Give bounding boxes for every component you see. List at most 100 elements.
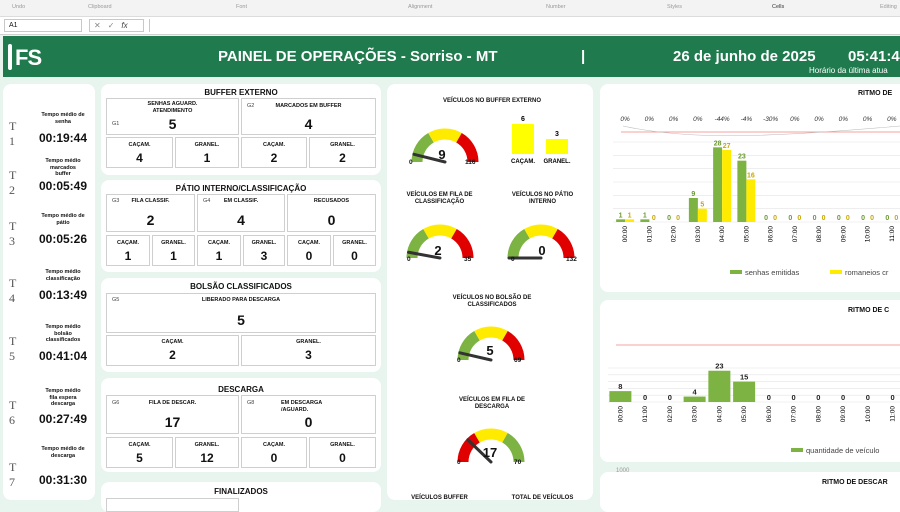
bar-label-0-1: 1 bbox=[643, 212, 647, 219]
t7-label: T 7 bbox=[9, 460, 18, 489]
legend-swatch-0 bbox=[791, 448, 803, 452]
x-tick-2: 02:00 bbox=[671, 226, 678, 243]
annotation-6: -30% bbox=[763, 116, 778, 123]
bar-label-0-5: 23 bbox=[738, 154, 746, 161]
gauge-fila-descarga-max: 70 bbox=[514, 459, 522, 466]
x-tick-8: 08:00 bbox=[816, 226, 823, 243]
ribbon-group-alignment[interactable]: Alignment bbox=[408, 4, 432, 10]
descarga-sub-granel-2: GRANEL. 0 bbox=[309, 437, 376, 468]
bar-label-0-10: 0 bbox=[866, 393, 870, 402]
ribbon-group-number[interactable]: Number bbox=[546, 4, 566, 10]
x-tick-11: 11:00 bbox=[890, 406, 897, 422]
g6-value: 17 bbox=[164, 414, 181, 430]
x-tick-9: 09:00 bbox=[840, 226, 847, 243]
gauge-segment-2 bbox=[551, 228, 575, 259]
gauges-panel: VEÍCULOS NO BUFFER EXTERNO 9 0 116 6 CAÇA… bbox=[387, 84, 593, 501]
formula-bar: A1 ✕ ✓ fx bbox=[0, 17, 900, 35]
name-box[interactable]: A1 bbox=[4, 19, 82, 32]
ribbon-group-cells[interactable]: Cells bbox=[772, 4, 784, 10]
x-tick-0: 00:00 bbox=[617, 406, 624, 423]
bar-label-0-11: 0 bbox=[885, 215, 889, 222]
x-tick-11: 11:00 bbox=[889, 226, 896, 242]
ritmo-descarga-panel: RITMO DE DESCAR 1000 bbox=[600, 468, 900, 512]
gauge-bolsao-max: 69 bbox=[514, 357, 522, 364]
g1-caption: SENHAS AGUARD. ATENDIMENTO bbox=[147, 101, 198, 114]
ritmo-senhas-panel: RITMO DE 1 1 0 9 28 23 0 0 0 0 0 0 1 0 0 5 27 16 0 0 0 0 0 0 00:… bbox=[600, 84, 900, 292]
t3-caption: Tempo médio de pátio bbox=[41, 213, 85, 226]
bar-label-0-4: 28 bbox=[714, 140, 722, 147]
gauge-segment-1 bbox=[428, 128, 462, 143]
descarga-sub-cacam-1: CAÇAM. 5 bbox=[106, 437, 173, 468]
gauge-segment-2 bbox=[450, 228, 474, 259]
t4-caption: Tempo médio classificação bbox=[45, 269, 81, 282]
ribbon-group-editing[interactable]: Editing bbox=[880, 4, 897, 10]
descarga-sub-granel-1: GRANEL. 12 bbox=[175, 437, 239, 468]
g2-caption: MARCADOS EM BUFFER bbox=[275, 103, 342, 109]
gauge-patio bbox=[507, 224, 575, 260]
gauge-buffer-title: VEÍCULOS NO BUFFER EXTERNO bbox=[442, 98, 541, 104]
bar-label-1-3: 5 bbox=[700, 202, 704, 209]
header-date: 26 de junho de 2025 bbox=[673, 48, 816, 65]
patio-panel: PÁTIO INTERNO/CLASSIFICAÇÃO G3 FILA CLAS… bbox=[101, 180, 381, 272]
patio-title: PÁTIO INTERNO/CLASSIFICAÇÃO bbox=[175, 184, 307, 193]
bar-label-0-5: 15 bbox=[740, 373, 748, 382]
bar-label-0-1: 0 bbox=[643, 393, 647, 402]
t7-value: 00:31:30 bbox=[38, 473, 88, 487]
bar-label-0-7: 0 bbox=[788, 215, 792, 222]
buffer-sub-granel-2: GRANEL. 2 bbox=[309, 137, 376, 168]
bar-label-1-1: 0 bbox=[652, 215, 656, 222]
cancel-icon[interactable]: ✕ bbox=[94, 21, 101, 30]
bar-0-0 bbox=[609, 391, 632, 402]
gauge-segment-0 bbox=[507, 228, 531, 259]
g2-value: 4 bbox=[304, 116, 313, 132]
g3-caption: FILA CLASSIF. bbox=[131, 198, 170, 204]
ribbon-group-clipboard[interactable]: Clipboard bbox=[88, 4, 112, 10]
ribbon-group-styles[interactable]: Styles bbox=[667, 4, 682, 10]
veiculos-buffer-title: VEÍCULOS BUFFER bbox=[411, 495, 468, 501]
annotation-0: 0% bbox=[620, 116, 630, 123]
t5-caption: Tempo médio bolsão classificados bbox=[45, 324, 81, 343]
buffer-externo-title: BUFFER EXTERNO bbox=[204, 88, 278, 97]
g1-value: 5 bbox=[168, 116, 177, 132]
mini-bar-1 bbox=[546, 139, 568, 154]
t4-label: T 4 bbox=[9, 276, 18, 305]
function-icon[interactable]: fx bbox=[121, 21, 127, 30]
gauge-buffer-min: 0 bbox=[409, 159, 413, 166]
ritmo-classificacao-panel: RITMO DE C 8 0 0 4 23 15 0 0 0 0 0 0 00:00 01:00 02:00… bbox=[600, 300, 900, 462]
formula-buttons: ✕ ✓ fx bbox=[89, 19, 144, 32]
dashboard-header: FS PAINEL DE OPERAÇÕES - Sorriso - MT | … bbox=[3, 36, 900, 77]
ribbon-group-font[interactable]: Font bbox=[236, 4, 247, 10]
mini-bar-label-0: 6 bbox=[521, 116, 525, 123]
t1-label: T 1 bbox=[9, 119, 18, 148]
g8-descarga-box: G8 EM DESCARGA/AGUARD. 0 bbox=[241, 395, 376, 434]
formula-input[interactable] bbox=[149, 19, 900, 32]
gauge-fila-descarga-min: 0 bbox=[457, 459, 461, 466]
header-time: 05:41:44 bbox=[848, 48, 900, 65]
gauge-fila-classif-min: 0 bbox=[407, 256, 411, 263]
gauge-fila-classif-title: VEÍCULOS EM FILA DE CLASSIFICAÇÃO bbox=[406, 192, 473, 205]
t2-value: 00:05:49 bbox=[38, 179, 88, 193]
g6-fila-box: G6 FILA DE DESCAR. 17 bbox=[106, 395, 239, 434]
g3-fila-box: G3 FILA CLASSIF. 2 bbox=[106, 194, 195, 232]
recusados-value: 0 bbox=[327, 212, 336, 228]
x-tick-10: 10:00 bbox=[865, 406, 872, 423]
times-panel: T 1 Tempo médio de senha 00:19:44 T 2 Tem… bbox=[3, 84, 95, 500]
t3-label: T 3 bbox=[9, 219, 18, 248]
g6-caption: FILA DE DESCAR. bbox=[148, 400, 197, 406]
check-icon[interactable]: ✓ bbox=[108, 21, 115, 30]
bar-label-0-10: 0 bbox=[861, 215, 865, 222]
gauge-segment-1 bbox=[474, 326, 508, 341]
bar-label-0-3: 9 bbox=[691, 191, 695, 198]
x-tick-3: 03:00 bbox=[695, 226, 702, 243]
bar-label-0-4: 23 bbox=[715, 362, 723, 371]
x-tick-6: 06:00 bbox=[768, 226, 775, 243]
gauge-fila-descarga-title: VEÍCULOS EM FILA DE DESCARGA bbox=[458, 397, 526, 410]
g5-caption: LIBERADO PARA DESCARGA bbox=[201, 297, 281, 303]
ribbon-group-undo[interactable]: Undo bbox=[12, 4, 25, 10]
total-veiculos-title: TOTAL DE VEÍCULOS bbox=[511, 495, 574, 501]
bar-label-0-6: 0 bbox=[767, 393, 771, 402]
g5-liberado-box: G5 LIBERADO PARA DESCARGA 5 bbox=[106, 293, 376, 333]
bar-1-4 bbox=[722, 150, 732, 222]
gauge-bolsao-value: 5 bbox=[486, 343, 494, 358]
patio-sub-cacam-3: CAÇAM. 0 bbox=[287, 235, 331, 266]
